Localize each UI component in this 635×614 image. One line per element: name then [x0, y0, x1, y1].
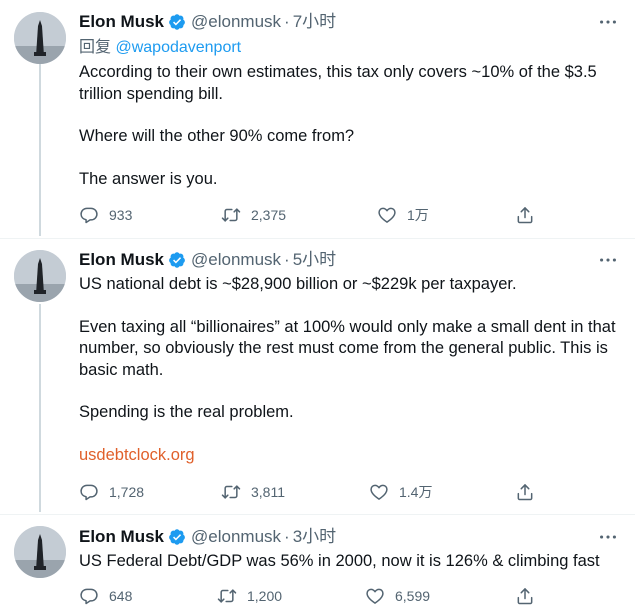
avatar[interactable]: [14, 250, 66, 302]
author-handle[interactable]: @elonmusk: [191, 11, 281, 33]
author-handle[interactable]: @elonmusk: [191, 526, 281, 548]
reply-button[interactable]: 1,728: [79, 481, 144, 503]
verified-badge-icon: [168, 13, 186, 31]
more-icon[interactable]: [597, 526, 619, 548]
author-name[interactable]: Elon Musk: [79, 249, 164, 271]
tweet-paragraph: US national debt is ~$28,900 billion or …: [79, 275, 517, 293]
like-count: 1.4万: [399, 484, 433, 500]
reply-count: 648: [109, 588, 133, 604]
reply-count: 1,728: [109, 484, 145, 500]
tweet-time[interactable]: 5小时: [293, 249, 336, 271]
like-button[interactable]: 1万: [377, 204, 429, 226]
share-icon: [515, 205, 535, 225]
thread-line: [39, 304, 41, 512]
tweet-actions: 648 1,200 6,599: [79, 585, 539, 607]
reply-icon: [79, 205, 99, 225]
avatar[interactable]: [14, 12, 66, 64]
share-button[interactable]: [515, 204, 535, 226]
verified-badge-icon: [168, 251, 186, 269]
tweet-header: Elon Musk @elonmusk · 5小时: [79, 249, 336, 271]
tweet-paragraph: Where will the other 90% come from?: [79, 127, 355, 145]
tweet-text: According to their own estimates, this t…: [79, 62, 619, 190]
tweet-actions: 933 2,375 1万: [79, 204, 539, 226]
verified-badge-icon: [168, 528, 186, 546]
retweet-icon: [217, 586, 237, 606]
reply-button[interactable]: 933: [79, 204, 132, 226]
retweet-count: 1,200: [247, 588, 283, 604]
reply-to: 回复 @wapodavenport: [79, 38, 241, 58]
tweet-header: Elon Musk @elonmusk · 7小时: [79, 11, 336, 33]
retweet-icon: [221, 205, 241, 225]
share-icon: [515, 482, 535, 502]
tweet-link[interactable]: usdebtclock.org: [79, 445, 619, 467]
reply-button[interactable]: 648: [79, 585, 132, 607]
tweet-paragraph: Spending is the real problem.: [79, 403, 294, 421]
retweet-count: 2,375: [251, 207, 287, 223]
like-icon: [365, 586, 385, 606]
more-icon[interactable]: [597, 249, 619, 271]
like-icon: [377, 205, 397, 225]
reply-prefix: 回复: [79, 39, 112, 56]
reply-count: 933: [109, 207, 133, 223]
retweet-button[interactable]: 3,811: [221, 481, 285, 503]
like-button[interactable]: 1.4万: [369, 481, 432, 503]
avatar[interactable]: [14, 526, 66, 578]
reply-mention[interactable]: @wapodavenport: [115, 39, 241, 56]
author-name[interactable]: Elon Musk: [79, 11, 164, 33]
retweet-icon: [221, 482, 241, 502]
share-button[interactable]: [515, 481, 535, 503]
retweet-count: 3,811: [251, 484, 285, 500]
like-count: 6,599: [395, 588, 431, 604]
tweet-paragraph: The answer is you.: [79, 169, 218, 188]
tweet-actions: 1,728 3,811 1.4万: [79, 481, 539, 503]
share-icon: [515, 586, 535, 606]
more-icon[interactable]: [597, 11, 619, 33]
tweet-text: US national debt is ~$28,900 billion or …: [79, 274, 619, 466]
tweet-time[interactable]: 3小时: [293, 526, 336, 548]
author-name[interactable]: Elon Musk: [79, 526, 164, 548]
reply-icon: [79, 482, 99, 502]
divider: [0, 514, 635, 515]
tweet-header: Elon Musk @elonmusk · 3小时: [79, 526, 336, 548]
separator: ·: [284, 527, 290, 546]
like-count: 1万: [407, 207, 429, 223]
author-handle[interactable]: @elonmusk: [191, 249, 281, 271]
thread-line: [39, 64, 41, 236]
like-button[interactable]: 6,599: [365, 585, 430, 607]
retweet-button[interactable]: 2,375: [221, 204, 286, 226]
tweet-paragraph: According to their own estimates, this t…: [79, 63, 597, 103]
tweet-paragraph: Even taxing all “billionaires” at 100% w…: [79, 317, 616, 379]
separator: ·: [284, 250, 290, 269]
reply-icon: [79, 586, 99, 606]
separator: ·: [284, 12, 290, 31]
share-button[interactable]: [515, 585, 535, 607]
tweet-paragraph: US Federal Debt/GDP was 56% in 2000, now…: [79, 552, 600, 570]
tweet-time[interactable]: 7小时: [293, 11, 336, 33]
divider: [0, 238, 635, 239]
like-icon: [369, 482, 389, 502]
tweet-text: US Federal Debt/GDP was 56% in 2000, now…: [79, 551, 619, 573]
retweet-button[interactable]: 1,200: [217, 585, 282, 607]
